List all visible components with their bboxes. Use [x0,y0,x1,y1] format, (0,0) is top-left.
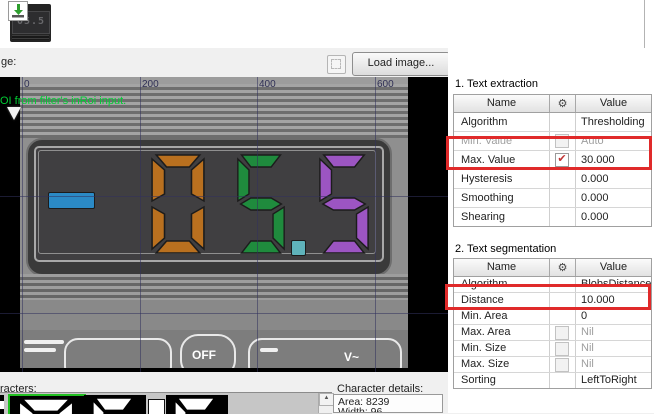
character-thumb[interactable] [166,395,228,414]
table-row[interactable]: Sorting LeftToRight [454,373,651,388]
image-label: ge: [1,56,16,68]
ruler-label: 600 [377,79,394,90]
table-row[interactable]: Max. Area Nil [454,325,651,341]
dial-tick [24,348,56,352]
dial-ring-left [64,338,172,368]
param-name: Min. Size [454,341,549,356]
image-canvas[interactable]: OFF V~ 0 200 400 600 OI from filter's in… [0,77,448,372]
param-value: Nil [575,341,651,356]
highlight-max-value [446,136,652,170]
gridline-v-0 [22,77,23,372]
param-name: Sorting [454,373,549,388]
lcd-display [34,146,384,262]
app-window: { "header": { "thumbnail_value": "05.5",… [0,0,654,413]
ruler-label: 0 [24,79,30,90]
gear-icon: ⚙ [558,97,568,110]
table-row[interactable]: Max. Size Nil [454,357,651,373]
column-header-name[interactable]: Name [454,95,549,112]
thumbnail-grille [12,35,49,40]
gridline-v-200 [140,77,141,372]
gridline-v-400 [257,77,258,372]
character-thumb[interactable] [8,394,86,414]
gear-icon: ⚙ [558,261,568,274]
table-header: Name ⚙ Value [454,95,651,113]
fit-view-button[interactable] [327,55,346,74]
table-row[interactable]: Shearing 0.000 [454,208,651,226]
header-groupbox [0,0,654,49]
table-row[interactable]: Hysteresis 0.000 [454,170,651,189]
extraction-section-title: 1. Text extraction [455,78,538,90]
character-width-value: Width: 96 [338,407,442,413]
param-value[interactable]: 0.000 [575,208,651,226]
table-row[interactable]: Min. Area 0 [454,309,651,325]
param-name: Algorithm [454,113,549,131]
dial-off-label: OFF [192,348,216,362]
param-name: Smoothing [454,189,549,207]
photo-mid-area [20,300,408,330]
speaker-grille [20,274,408,300]
dial-ring-right: V~ [248,338,402,368]
vent-grille-top [20,84,408,138]
param-name: Max. Area [454,325,549,340]
param-value: Nil [575,325,651,340]
column-header-name[interactable]: Name [454,259,549,276]
display-bezel [26,138,392,276]
roi-hint-text: OI from filter's inRoi input. [0,95,126,107]
scroll-up-icon: ▲ [324,395,330,401]
dial-volts-label: V~ [344,350,359,364]
multimeter-photo: OFF V~ [20,77,408,368]
highlight-distance [445,284,651,310]
ruler-label: 200 [142,79,159,90]
param-value[interactable]: 0.000 [575,189,651,207]
character-details-box: Area: 8239 Width: 96 [333,394,443,413]
checkbox-unchecked[interactable] [555,358,569,372]
param-name: Min. Area [454,309,549,324]
dial-tick [24,340,64,344]
param-value: Nil [575,357,651,372]
table-row[interactable]: Min. Size Nil [454,341,651,357]
dial-tick [260,348,278,352]
load-image-button[interactable]: Load image... [352,52,450,76]
scroll-up-button[interactable]: ▲ [319,393,334,406]
column-header-value[interactable]: Value [575,259,651,276]
ruler-label: 400 [259,79,276,90]
roi-drag-marker[interactable] [7,107,21,120]
character-thumb[interactable] [148,399,165,414]
table-header: Name ⚙ Value [454,259,651,277]
character-thumb[interactable] [0,395,4,414]
param-name: Shearing [454,208,549,226]
header-groupbox-border [644,0,645,48]
table-row[interactable]: Algorithm Thresholding [454,113,651,132]
gridline-h-200 [0,196,448,197]
param-name: Max. Size [454,357,549,372]
param-value[interactable]: LeftToRight [575,373,651,388]
download-arrow-icon [9,2,27,20]
lcd-inner-border [38,150,376,254]
selection-rect-icon [331,59,341,69]
checkbox-unchecked[interactable] [555,342,569,356]
param-value[interactable]: 0 [575,309,651,324]
checkbox-unchecked[interactable] [555,326,569,340]
segmentation-section-title: 2. Text segmentation [455,243,556,255]
characters-scrollbar[interactable]: ▲ [318,393,333,413]
gridline-v-600 [375,77,376,372]
segmentation-table: Name ⚙ Value Algorithm BlobsDistance Dis… [453,258,652,389]
column-header-value[interactable]: Value [575,95,651,112]
gridline-h-400 [0,313,448,314]
table-row[interactable]: Smoothing 0.000 [454,189,651,208]
characters-list [0,392,332,414]
param-name: Hysteresis [454,170,549,188]
param-value[interactable]: 0.000 [575,170,651,188]
rotary-dial-area: OFF V~ [20,330,408,368]
import-image-icon[interactable] [8,1,28,21]
character-thumb[interactable] [84,395,146,414]
param-value[interactable]: Thresholding [575,113,651,131]
